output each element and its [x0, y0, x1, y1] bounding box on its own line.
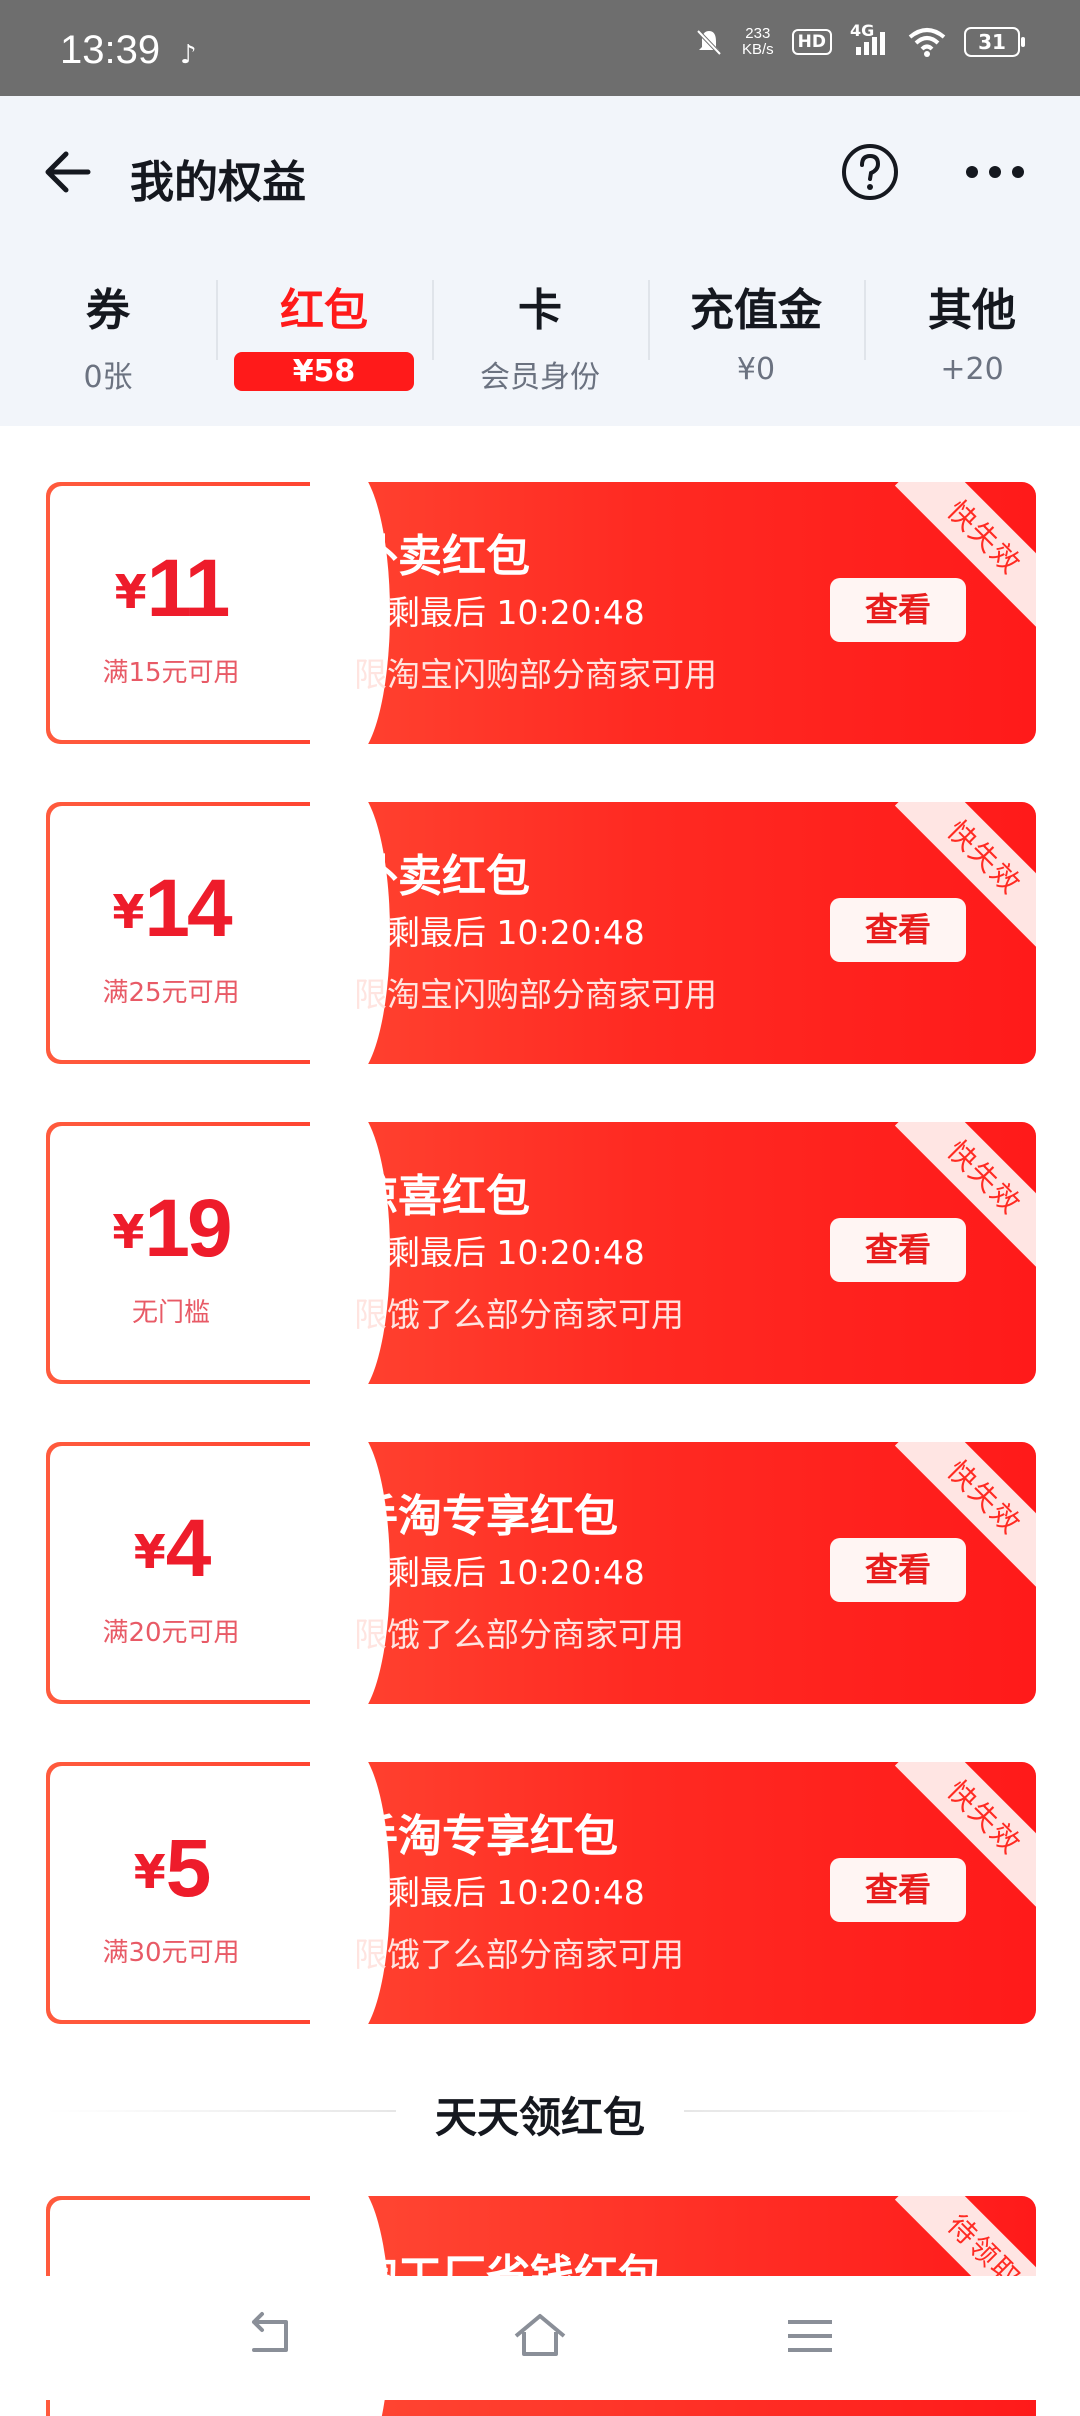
question-circle-icon[interactable]	[840, 142, 900, 202]
card-amount: ¥4	[46, 1502, 296, 1596]
red-packet-card[interactable]: ¥5 满30元可用 手淘专享红包 仅剩最后 10:20:48 限饿了么部分商家可…	[46, 1762, 1036, 2024]
more-dots-icon[interactable]	[960, 152, 1030, 192]
mute-bell-icon	[696, 29, 722, 56]
tab-label: 红包	[280, 285, 368, 336]
card-title: 外卖红包	[354, 851, 530, 902]
currency-symbol: ¥	[112, 1205, 145, 1259]
benefit-tabs: 券 0张 红包 ¥58 卡 会员身份 充值金 ¥0 其他 +20	[0, 266, 1080, 396]
status-bar: 13:39 ♪ 233 KB/s HD 4G 31	[0, 0, 1080, 96]
card-condition: 满25元可用	[102, 978, 240, 1008]
tab-label: 其他	[928, 285, 1016, 336]
status-time: 13:39	[60, 28, 161, 72]
nav-home-icon[interactable]	[510, 2306, 570, 2366]
network-speed-value: 233	[745, 25, 771, 42]
card-title: 惊喜红包	[354, 1171, 530, 1222]
tab-sub: 会员身份	[480, 360, 600, 395]
tab-sub: +20	[940, 352, 1004, 387]
tab-stored-value[interactable]: 充值金 ¥0	[648, 266, 864, 396]
tab-label: 卡	[518, 285, 562, 336]
tab-label: 券	[86, 285, 130, 336]
red-packet-card[interactable]: ¥4 满20元可用 手淘专享红包 仅剩最后 10:20:48 限饿了么部分商家可…	[46, 1442, 1036, 1704]
card-countdown: 仅剩最后 10:20:48	[354, 1873, 645, 1912]
card-scope: 限饿了么部分商家可用	[354, 1615, 684, 1654]
page-header: 我的权益 券 0张 红包 ¥58 卡 会员身份 充值金 ¥0 其他 +20	[0, 96, 1080, 426]
tab-others[interactable]: 其他 +20	[864, 266, 1080, 396]
red-packet-card[interactable]: ¥11 满15元可用 外卖红包 仅剩最后 10:20:48 限淘宝闪购部分商家可…	[46, 482, 1036, 744]
red-packet-card[interactable]: ¥19 无门槛 惊喜红包 仅剩最后 10:20:48 限饿了么部分商家可用 查看…	[46, 1122, 1036, 1384]
status-icons: 233 KB/s HD 4G 31	[694, 21, 1025, 58]
section-divider-right	[684, 2110, 1034, 2112]
red-packet-card[interactable]: ¥14 满25元可用 外卖红包 仅剩最后 10:20:48 限淘宝闪购部分商家可…	[46, 802, 1036, 1064]
red-packet-list: ¥11 满15元可用 外卖红包 仅剩最后 10:20:48 限淘宝闪购部分商家可…	[46, 482, 1036, 2082]
cellular-signal-icon: 4G	[850, 21, 890, 57]
tab-coupons[interactable]: 券 0张	[0, 266, 216, 396]
card-scope: 限饿了么部分商家可用	[354, 1935, 684, 1974]
view-button[interactable]: 查看	[830, 1858, 966, 1922]
section-title: 天天领红包	[434, 2093, 645, 2142]
page-title: 我的权益	[130, 157, 306, 208]
card-countdown: 仅剩最后 10:20:48	[354, 913, 645, 952]
amount-value: 19	[144, 1183, 232, 1274]
card-countdown: 仅剩最后 10:20:48	[354, 593, 645, 632]
back-arrow-icon[interactable]	[38, 142, 98, 202]
card-title: 外卖红包	[354, 531, 530, 582]
amount-value: 11	[146, 543, 231, 634]
card-countdown: 仅剩最后 10:20:48	[354, 1553, 645, 1592]
view-button[interactable]: 查看	[830, 898, 966, 962]
amount-value: 4	[165, 1503, 212, 1594]
nav-back-icon[interactable]	[240, 2306, 300, 2366]
view-button[interactable]: 查看	[830, 578, 966, 642]
card-scope: 限淘宝闪购部分商家可用	[354, 655, 717, 694]
tab-label: 充值金	[690, 285, 822, 336]
card-scope: 限淘宝闪购部分商家可用	[354, 975, 717, 1014]
battery-icon: 31	[964, 27, 1025, 57]
tab-sub: 0张	[83, 360, 133, 395]
card-amount: ¥5	[46, 1822, 296, 1916]
card-amount: ¥19	[46, 1182, 296, 1276]
view-button[interactable]: 查看	[830, 1218, 966, 1282]
currency-symbol: ¥	[112, 885, 145, 939]
tab-sub: ¥0	[736, 352, 776, 387]
currency-symbol: ¥	[133, 1525, 166, 1579]
card-scope: 限饿了么部分商家可用	[354, 1295, 684, 1334]
card-title: 手淘专享红包	[354, 1811, 618, 1862]
amount-value: 5	[165, 1823, 212, 1914]
card-amount: ¥11	[46, 542, 296, 636]
card-countdown: 仅剩最后 10:20:48	[354, 1233, 645, 1272]
nav-menu-icon[interactable]	[780, 2306, 840, 2366]
card-condition: 满20元可用	[102, 1618, 240, 1648]
card-title: 手淘专享红包	[354, 1491, 618, 1542]
system-nav-bar	[0, 2276, 1080, 2400]
card-condition: 无门槛	[131, 1298, 210, 1328]
currency-symbol: ¥	[114, 565, 147, 619]
network-speed: 233 KB/s	[742, 26, 774, 58]
card-condition: 满30元可用	[102, 1938, 240, 1968]
wifi-icon	[908, 28, 946, 57]
card-condition: 满15元可用	[102, 658, 240, 688]
amount-value: 14	[144, 863, 232, 954]
currency-symbol: ¥	[133, 1845, 166, 1899]
tab-sub-badge: ¥58	[234, 352, 414, 391]
view-button[interactable]: 查看	[830, 1538, 966, 1602]
music-note-icon: ♪	[180, 40, 197, 70]
hd-badge: HD	[791, 29, 832, 55]
tab-red-packets[interactable]: 红包 ¥58	[216, 266, 432, 396]
card-amount: ¥14	[46, 862, 296, 956]
tab-cards[interactable]: 卡 会员身份	[432, 266, 648, 396]
network-speed-unit: KB/s	[741, 41, 774, 58]
